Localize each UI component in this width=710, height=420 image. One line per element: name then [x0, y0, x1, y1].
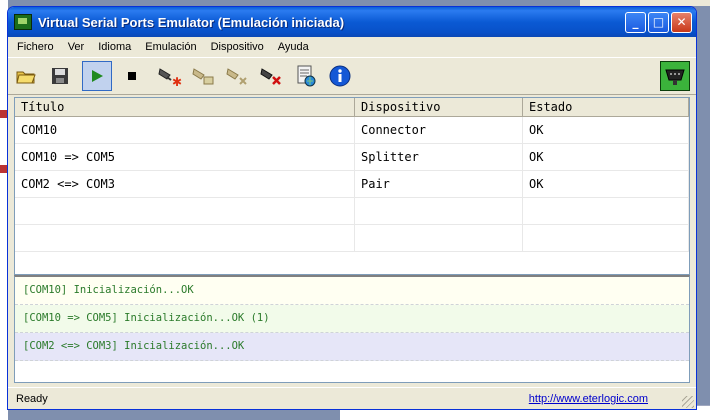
table-row-empty: [15, 198, 689, 225]
cell-estado: OK: [523, 144, 689, 170]
svg-text:✱: ✱: [172, 75, 182, 87]
column-header-estado[interactable]: Estado: [523, 98, 689, 116]
table-row[interactable]: COM10 => COM5 Splitter OK: [15, 144, 689, 171]
cell-dispositivo: Splitter: [355, 144, 523, 170]
resize-grip[interactable]: [682, 396, 694, 408]
maximize-button[interactable]: □: [648, 11, 669, 33]
window-title: Virtual Serial Ports Emulator (Emulación…: [38, 14, 345, 30]
devices-table: Título Dispositivo Estado COM10 Connecto…: [14, 97, 690, 275]
table-row[interactable]: COM10 Connector OK: [15, 117, 689, 144]
menu-dispositivo[interactable]: Dispositivo: [204, 37, 271, 57]
info-icon: [329, 65, 351, 87]
minimize-button[interactable]: _: [625, 11, 646, 33]
add-device-button[interactable]: ✱: [158, 64, 182, 88]
device-remove-icon: [226, 68, 247, 85]
empty-cell: [355, 198, 523, 224]
open-icon: [16, 71, 36, 84]
app-icon: [14, 14, 32, 30]
cell-titulo: COM2 <=> COM3: [15, 171, 355, 197]
close-button[interactable]: ✕: [671, 11, 692, 33]
title-bar[interactable]: Virtual Serial Ports Emulator (Emulación…: [8, 7, 696, 37]
serial-connector-icon: [665, 69, 685, 85]
device-delete-icon: [260, 68, 281, 85]
menu-bar: Fichero Ver Idioma Emulación Dispositivo…: [8, 37, 696, 57]
menu-fichero[interactable]: Fichero: [10, 37, 61, 57]
save-button[interactable]: [48, 64, 72, 88]
device-add-icon: ✱: [158, 68, 182, 87]
empty-cell: [355, 225, 523, 251]
open-button[interactable]: [14, 64, 38, 88]
app-window: Virtual Serial Ports Emulator (Emulación…: [7, 6, 697, 410]
toolbar: ✱: [8, 57, 696, 95]
stop-icon: [128, 72, 136, 80]
report-button[interactable]: [294, 64, 318, 88]
play-icon: [92, 70, 103, 82]
report-icon: [297, 65, 316, 87]
edit-device-button[interactable]: [192, 64, 216, 88]
column-header-dispositivo[interactable]: Dispositivo: [355, 98, 523, 116]
log-line: [COM10 => COM5] Inicialización...OK (1): [15, 305, 689, 333]
cell-dispositivo: Pair: [355, 171, 523, 197]
table-row[interactable]: COM2 <=> COM3 Pair OK: [15, 171, 689, 198]
column-header-titulo[interactable]: Título: [15, 98, 355, 116]
log-line: [COM10] Inicialización...OK: [15, 277, 689, 305]
status-text: Ready: [16, 393, 48, 405]
cell-titulo: COM10 => COM5: [15, 144, 355, 170]
remove-device-button[interactable]: [226, 64, 250, 88]
table-row-empty: [15, 225, 689, 252]
table-header: Título Dispositivo Estado: [15, 98, 689, 117]
about-button[interactable]: [328, 64, 352, 88]
cell-dispositivo: Connector: [355, 117, 523, 143]
app-logo: [660, 61, 690, 91]
save-icon: [52, 68, 68, 84]
delete-device-button[interactable]: [260, 64, 284, 88]
empty-cell: [15, 198, 355, 224]
cell-estado: OK: [523, 171, 689, 197]
status-bar: Ready http://www.eterlogic.com: [8, 387, 696, 409]
menu-emulacion[interactable]: Emulación: [138, 37, 203, 57]
device-edit-icon: [192, 68, 214, 85]
menu-ayuda[interactable]: Ayuda: [271, 37, 316, 57]
empty-cell: [523, 225, 689, 251]
cell-estado: OK: [523, 117, 689, 143]
log-line: [COM2 <=> COM3] Inicialización...OK: [15, 333, 689, 361]
website-link[interactable]: http://www.eterlogic.com: [529, 393, 648, 405]
menu-idioma[interactable]: Idioma: [91, 37, 138, 57]
start-emulation-button[interactable]: [82, 61, 112, 91]
cell-titulo: COM10: [15, 117, 355, 143]
log-panel[interactable]: [COM10] Inicialización...OK [COM10 => CO…: [14, 275, 690, 383]
stop-emulation-button[interactable]: [120, 64, 144, 88]
empty-cell: [15, 225, 355, 251]
menu-ver[interactable]: Ver: [61, 37, 92, 57]
empty-cell: [523, 198, 689, 224]
